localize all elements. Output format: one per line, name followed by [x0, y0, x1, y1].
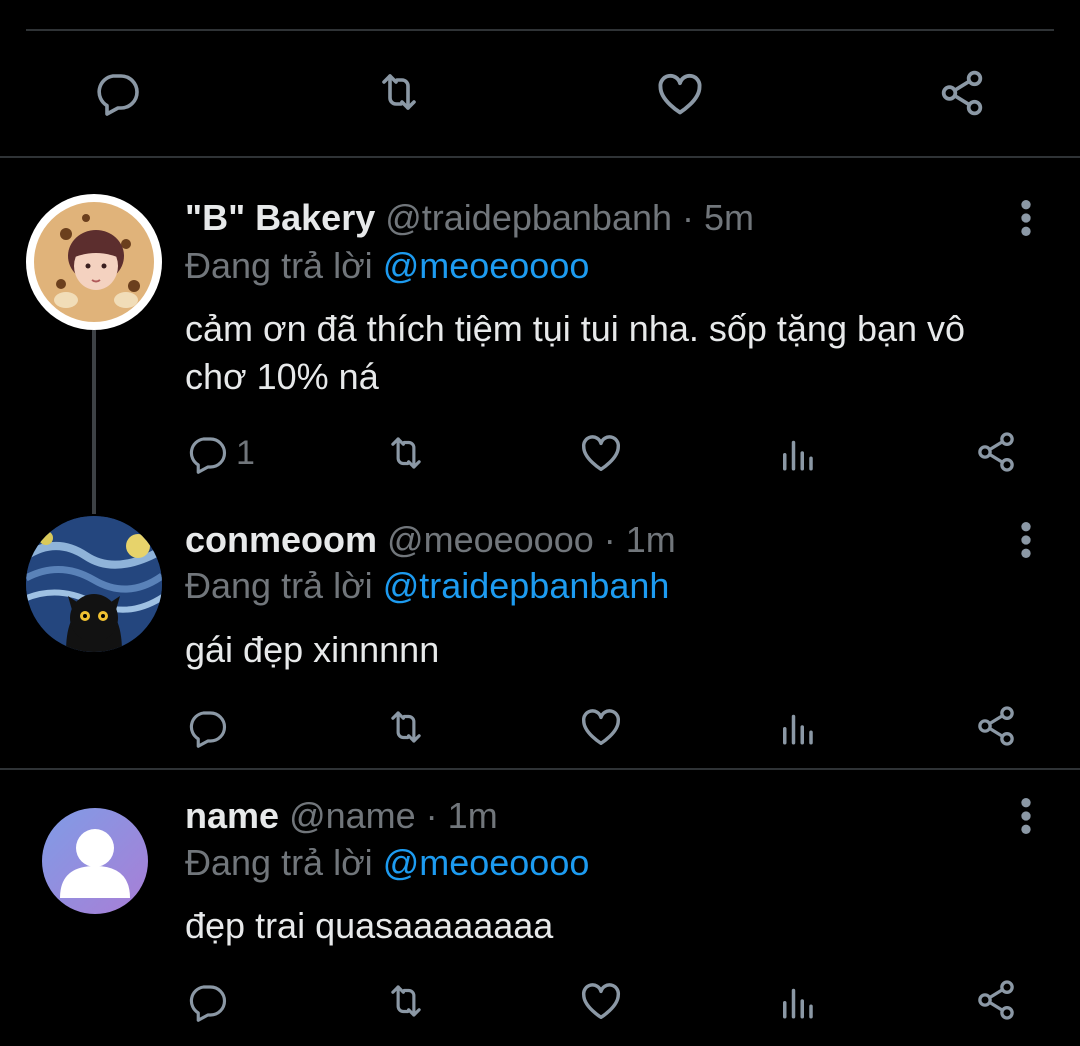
timestamp[interactable]: 1m	[448, 795, 498, 836]
retweet-icon	[382, 706, 430, 748]
share-icon	[974, 978, 1018, 1022]
more-options-button[interactable]	[1014, 198, 1038, 238]
reply-button[interactable]	[186, 706, 228, 748]
time-separator: ·	[672, 197, 705, 238]
share-icon	[974, 430, 1018, 474]
mention-link[interactable]: @meoeoooo	[383, 245, 590, 286]
retweet-button[interactable]	[382, 706, 430, 748]
tweet-header: "B" Bakery @traidepbanbanh · 5m	[185, 196, 754, 240]
more-options-button[interactable]	[1014, 520, 1038, 560]
share-icon	[937, 68, 987, 118]
top-divider	[26, 29, 1054, 31]
retweet-button[interactable]	[382, 432, 430, 474]
reply-button[interactable]	[186, 980, 228, 1022]
more-icon	[1014, 198, 1038, 238]
reply-button[interactable]: 1	[186, 432, 255, 474]
like-icon	[578, 430, 624, 476]
display-name[interactable]: "B" Bakery	[185, 197, 375, 238]
replying-to: Đang trả lời @meoeoooo	[185, 841, 589, 885]
stats-icon	[776, 706, 818, 748]
avatar[interactable]	[26, 194, 162, 330]
avatar[interactable]	[26, 516, 162, 652]
like-icon	[578, 704, 624, 750]
views-button[interactable]	[776, 432, 818, 474]
retweet-button[interactable]	[370, 68, 428, 116]
timestamp[interactable]: 5m	[704, 197, 754, 238]
default-avatar-icon	[60, 829, 130, 898]
share-button[interactable]	[974, 704, 1018, 748]
share-button[interactable]	[937, 68, 987, 118]
timestamp[interactable]: 1m	[626, 519, 676, 560]
tweet-header: name @name · 1m	[185, 794, 498, 838]
section-divider	[0, 768, 1080, 770]
reply-count: 1	[236, 433, 255, 472]
replying-to-label: Đang trả lời	[185, 245, 383, 286]
more-icon	[1014, 796, 1038, 836]
like-button[interactable]	[578, 430, 624, 476]
views-button[interactable]	[776, 980, 818, 1022]
reply-icon	[186, 432, 228, 474]
reply-button[interactable]	[93, 68, 141, 116]
share-button[interactable]	[974, 978, 1018, 1022]
retweet-icon	[382, 980, 430, 1022]
time-separator: ·	[593, 519, 626, 560]
tweet-text: đẹp trai quasaaaaaaaa	[185, 905, 554, 946]
avatar[interactable]	[42, 808, 148, 914]
retweet-icon	[382, 432, 430, 474]
share-button[interactable]	[974, 430, 1018, 474]
stats-icon	[776, 432, 818, 474]
retweet-icon	[370, 68, 428, 116]
tweet-text: cảm ơn đã thích tiệm tụi tui nha. sốp tặ…	[185, 308, 966, 397]
replying-to-label: Đang trả lời	[185, 565, 383, 606]
like-button[interactable]	[578, 704, 624, 750]
more-options-button[interactable]	[1014, 796, 1038, 836]
mention-link[interactable]: @traidepbanbanh	[383, 565, 670, 606]
handle[interactable]: @meoeoooo	[387, 519, 594, 560]
share-icon	[974, 704, 1018, 748]
replying-to: Đang trả lời @meoeoooo	[185, 244, 589, 288]
like-button[interactable]	[578, 978, 624, 1024]
handle[interactable]: @name	[289, 795, 416, 836]
retweet-button[interactable]	[382, 980, 430, 1022]
like-icon	[654, 68, 706, 120]
display-name[interactable]: name	[185, 795, 279, 836]
more-icon	[1014, 520, 1038, 560]
tweet-header: conmeoom @meoeoooo · 1m	[185, 518, 676, 562]
section-divider	[0, 156, 1080, 158]
like-button[interactable]	[654, 68, 706, 120]
replying-to-label: Đang trả lời	[185, 842, 383, 883]
reply-icon	[186, 706, 228, 748]
like-icon	[578, 978, 624, 1024]
mention-link[interactable]: @meoeoooo	[383, 842, 590, 883]
reply-icon	[93, 68, 141, 116]
stats-icon	[776, 980, 818, 1022]
tweet-text: gái đẹp xinnnnn	[185, 629, 440, 670]
time-separator: ·	[415, 795, 448, 836]
display-name[interactable]: conmeoom	[185, 519, 377, 560]
handle[interactable]: @traidepbanbanh	[385, 197, 672, 238]
thread-line	[92, 330, 96, 514]
views-button[interactable]	[776, 706, 818, 748]
reply-icon	[186, 980, 228, 1022]
replying-to: Đang trả lời @traidepbanbanh	[185, 564, 669, 608]
